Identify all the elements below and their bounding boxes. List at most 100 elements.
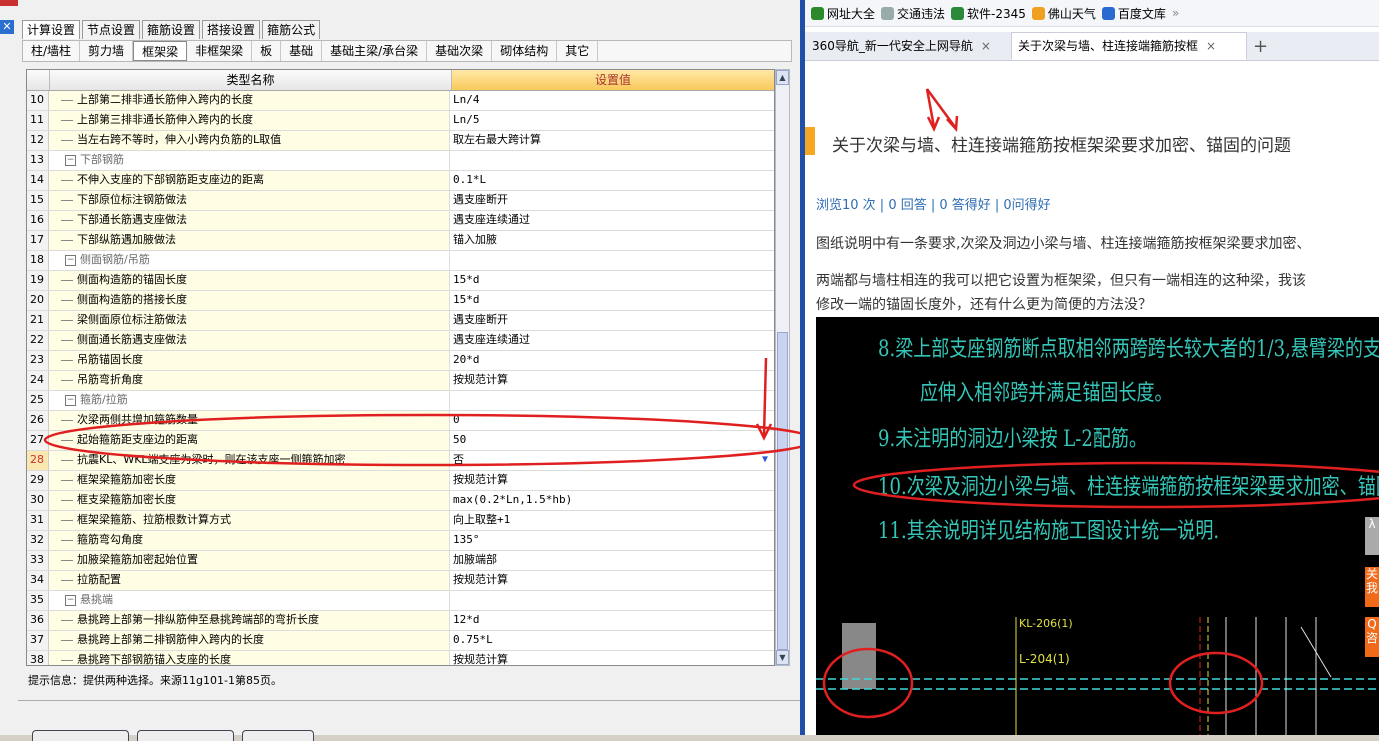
sub-tab-4[interactable]: 板 <box>252 41 282 61</box>
favorite-2[interactable]: 软件-2345 <box>951 5 1026 22</box>
main-tab-1[interactable]: 节点设置 <box>82 20 141 39</box>
setting-value[interactable]: 15*d <box>450 271 774 290</box>
sub-tab-5[interactable]: 基础 <box>281 41 323 61</box>
sub-tab-9[interactable]: 其它 <box>557 41 599 61</box>
side-float-button-top[interactable]: λ <box>1365 517 1379 555</box>
group-row[interactable]: 35− 悬挑端 <box>27 591 774 611</box>
bottom-button-2[interactable] <box>137 730 234 741</box>
more-favorites-icon[interactable]: » <box>1172 6 1179 20</box>
table-row[interactable]: 12 当左右跨不等时，伸入小跨内负筋的L取值 取左右最大跨计算 <box>27 131 774 151</box>
sub-tab-6[interactable]: 基础主梁/承台梁 <box>322 41 428 61</box>
question-stats[interactable]: 浏览10 次 | 0 回答 | 0 答得好 | 0问得好 <box>816 194 1051 213</box>
setting-value[interactable]: 50 <box>450 431 774 450</box>
favorite-1[interactable]: 交通违法 <box>881 5 945 22</box>
group-row[interactable]: 18− 侧面钢筋/吊筋 <box>27 251 774 271</box>
sub-tab-2[interactable]: 框架梁 <box>133 41 188 61</box>
setting-value[interactable]: 0.75*L <box>450 631 774 650</box>
collapse-icon[interactable]: − <box>65 154 76 166</box>
table-row[interactable]: 15 下部原位标注钢筋做法 遇支座断开 <box>27 191 774 211</box>
collapse-icon[interactable]: − <box>65 594 76 606</box>
bottom-button-3[interactable] <box>242 730 314 741</box>
setting-value[interactable]: 按规范计算 <box>450 471 774 490</box>
main-tab-4[interactable]: 箍筋公式 <box>262 20 321 39</box>
sub-tab-7[interactable]: 基础次梁 <box>427 41 493 61</box>
main-tab-3[interactable]: 搭接设置 <box>202 20 261 39</box>
setting-value[interactable]: 遇支座断开 <box>450 191 774 210</box>
setting-value[interactable]: max(0.2*Ln,1.5*hb) <box>450 491 774 510</box>
table-row[interactable]: 38 悬挑跨下部钢筋锚入支座的长度 按规范计算 <box>27 651 774 665</box>
browser-tab-1[interactable]: 关于次梁与墙、柱连接端箍筋按框 × <box>1011 32 1247 60</box>
close-icon[interactable]: ✕ <box>0 20 14 34</box>
browser-tab-0[interactable]: 360导航_新一代安全上网导航 × <box>805 32 1011 60</box>
setting-value[interactable]: 否 ▼ <box>450 451 774 470</box>
table-row[interactable]: 27 起始箍筋距支座边的距离 50 <box>27 431 774 451</box>
table-row[interactable]: 19 侧面构造筋的锚固长度 15*d <box>27 271 774 291</box>
table-row[interactable]: 34 拉筋配置 按规范计算 <box>27 571 774 591</box>
table-row[interactable]: 16 下部通长筋遇支座做法 遇支座连续通过 <box>27 211 774 231</box>
table-row[interactable]: 36 悬挑跨上部第一排纵筋伸至悬挑跨端部的弯折长度 12*d <box>27 611 774 631</box>
table-row[interactable]: 30 框支梁箍筋加密长度 max(0.2*Ln,1.5*hb) <box>27 491 774 511</box>
table-row[interactable]: 22 侧面通长筋遇支座做法 遇支座连续通过 <box>27 331 774 351</box>
table-row[interactable]: 37 悬挑跨上部第二排钢筋伸入跨内的长度 0.75*L <box>27 631 774 651</box>
collapse-icon[interactable]: − <box>65 254 76 266</box>
table-row[interactable]: 28 抗震KL、WKL端支座为梁时，则在该支座一侧箍筋加密否 ▼ <box>27 451 774 471</box>
side-float-button-1[interactable]: 关 我 <box>1365 567 1379 607</box>
setting-value[interactable]: 按规范计算 <box>450 651 774 665</box>
main-tab-2[interactable]: 箍筋设置 <box>142 20 201 39</box>
favorite-3[interactable]: 佛山天气 <box>1031 5 1096 22</box>
setting-value[interactable]: 遇支座连续通过 <box>450 211 774 230</box>
setting-value[interactable]: 遇支座连续通过 <box>450 331 774 350</box>
table-row[interactable]: 21 梁侧面原位标注筋做法 遇支座断开 <box>27 311 774 331</box>
setting-value[interactable]: Ln/5 <box>450 111 774 130</box>
scroll-down-icon[interactable]: ▼ <box>776 650 789 665</box>
table-row[interactable]: 20 侧面构造筋的搭接长度 15*d <box>27 291 774 311</box>
bottom-button-1[interactable] <box>32 730 129 741</box>
table-row[interactable]: 31 框架梁箍筋、拉筋根数计算方式 向上取整+1 <box>27 511 774 531</box>
new-tab-icon[interactable]: + <box>1253 34 1268 60</box>
setting-value[interactable]: 按规范计算 <box>450 371 774 390</box>
table-row[interactable]: 32 箍筋弯勾角度 135° <box>27 531 774 551</box>
table-row[interactable]: 29 框架梁箍筋加密长度 按规范计算 <box>27 471 774 491</box>
side-float-button-2[interactable]: Q 咨 <box>1365 617 1379 657</box>
main-tab-0[interactable]: 计算设置 <box>22 20 81 39</box>
dropdown-arrow-icon[interactable]: ▼ <box>758 451 772 467</box>
table-row[interactable]: 14 不伸入支座的下部钢筋距支座边的距离 0.1*L <box>27 171 774 191</box>
group-row[interactable]: 25− 箍筋/拉筋 <box>27 391 774 411</box>
table-row[interactable]: 10 上部第二排非通长筋伸入跨内的长度 Ln/4 <box>27 91 774 111</box>
setting-value[interactable]: 加腋端部 <box>450 551 774 570</box>
scroll-up-icon[interactable]: ▲ <box>776 70 789 85</box>
setting-value[interactable]: Ln/4 <box>450 91 774 110</box>
scrollbar-thumb[interactable] <box>777 332 788 650</box>
question-paragraph-1: 图纸说明中有一条要求,次梁及洞边小梁与墙、柱连接端箍筋按框架梁要求加密、 <box>816 236 1311 252</box>
setting-value[interactable]: 20*d <box>450 351 774 370</box>
setting-value[interactable]: 12*d <box>450 611 774 630</box>
tab-close-icon[interactable]: × <box>981 39 991 53</box>
tab-close-icon[interactable]: × <box>1206 39 1216 53</box>
setting-value[interactable]: 135° <box>450 531 774 550</box>
setting-value[interactable]: 0.1*L <box>450 171 774 190</box>
collapse-icon[interactable]: − <box>65 394 76 406</box>
setting-value[interactable]: 0 <box>450 411 774 430</box>
table-row[interactable]: 17 下部纵筋遇加腋做法 锚入加腋 <box>27 231 774 251</box>
table-row[interactable]: 23 吊筋锚固长度 20*d <box>27 351 774 371</box>
setting-value[interactable]: 取左右最大跨计算 <box>450 131 774 150</box>
setting-value[interactable]: 15*d <box>450 291 774 310</box>
sub-tab-0[interactable]: 柱/墙柱 <box>23 41 81 61</box>
table-row[interactable]: 33 加腋梁箍筋加密起始位置 加腋端部 <box>27 551 774 571</box>
table-row[interactable]: 11 上部第三排非通长筋伸入跨内的长度 Ln/5 <box>27 111 774 131</box>
sub-tab-3[interactable]: 非框架梁 <box>187 41 253 61</box>
setting-value[interactable]: 按规范计算 <box>450 571 774 590</box>
row-number: 27 <box>27 431 49 450</box>
sub-tab-1[interactable]: 剪力墙 <box>80 41 134 61</box>
favorite-4[interactable]: 百度文库 <box>1101 5 1166 22</box>
setting-value[interactable]: 遇支座断开 <box>450 311 774 330</box>
grid-scrollbar[interactable]: ▲ ▼ <box>775 69 790 666</box>
group-row[interactable]: 13− 下部钢筋 <box>27 151 774 171</box>
setting-value[interactable]: 锚入加腋 <box>450 231 774 250</box>
setting-value-text: 否 <box>453 453 464 466</box>
table-row[interactable]: 26 次梁两侧共增加箍筋数量 0 <box>27 411 774 431</box>
setting-value[interactable]: 向上取整+1 <box>450 511 774 530</box>
table-row[interactable]: 24 吊筋弯折角度 按规范计算 <box>27 371 774 391</box>
sub-tab-8[interactable]: 砌体结构 <box>492 41 558 61</box>
favorite-0[interactable]: 网址大全 <box>811 5 875 22</box>
